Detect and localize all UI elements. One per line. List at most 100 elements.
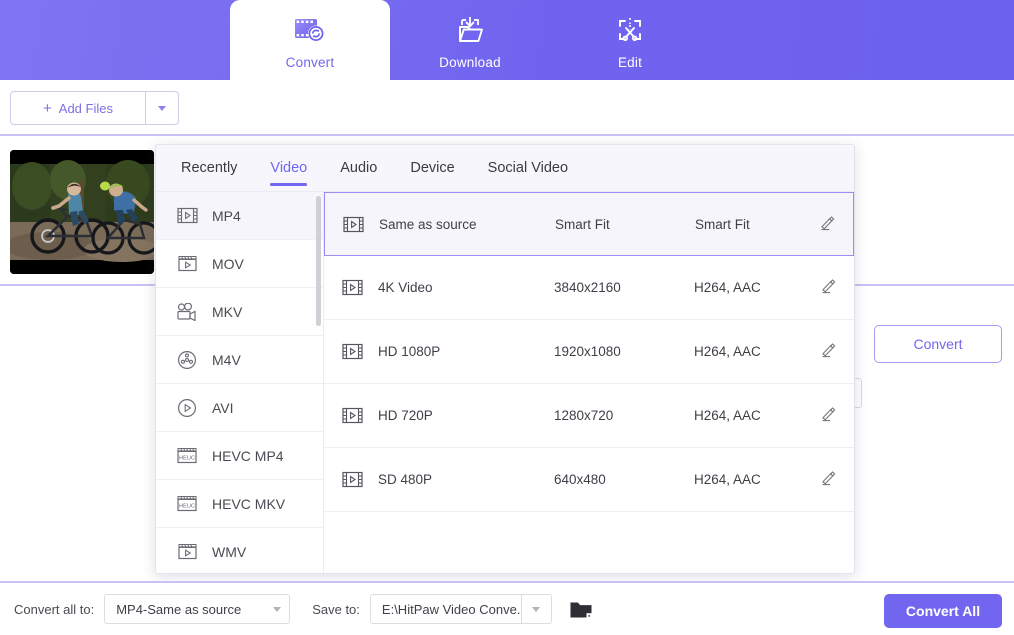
film-strip-play-icon (176, 205, 198, 227)
pencil-icon[interactable] (816, 407, 840, 424)
film-strip-play-icon (340, 279, 364, 296)
format-list-scrollbar[interactable] (316, 196, 321, 326)
format-item-mp4[interactable]: MP4 (156, 192, 323, 240)
browse-folder-button[interactable] (566, 594, 596, 624)
save-to-dropdown-button[interactable] (520, 595, 551, 623)
video-thumbnail[interactable] (10, 150, 154, 274)
tab-convert-label: Convert (285, 55, 335, 70)
scissors-screen-icon (612, 10, 648, 50)
format-item-label: MKV (212, 303, 243, 320)
preset-name: Same as source (379, 216, 477, 232)
tab-edit-label: Edit (617, 55, 643, 70)
category-tab-device[interactable]: Device (410, 145, 454, 192)
panel-body: MP4 MOV MKV M4V AVI HEUC HEVC MP4 HEUC H… (156, 192, 854, 573)
bottom-bar: Convert all to: MP4-Same as source Save … (0, 581, 1014, 635)
preset-resolution: 1920x1080 (554, 344, 621, 359)
preset-name: SD 480P (378, 472, 433, 487)
film-strip-play-icon (340, 343, 364, 360)
circle-play-icon (176, 397, 198, 419)
save-to-select: E:\HitPaw Video Conve... (369, 594, 552, 624)
convert-all-to-select[interactable]: MP4-Same as source (104, 594, 291, 624)
pencil-icon[interactable] (816, 279, 840, 296)
preset-row-same-as-source[interactable]: Same as source Smart Fit Smart Fit (324, 192, 854, 256)
add-files-dropdown-button[interactable] (145, 92, 178, 124)
preset-codec: H264, AAC (694, 472, 761, 487)
app-window: Convert Download Edit + Add Files Conver… (0, 0, 1014, 635)
tab-download[interactable]: Download (390, 0, 550, 80)
folder-icon (570, 602, 592, 617)
preset-codec: H264, AAC (694, 344, 761, 359)
format-list-scroll: MP4 MOV MKV M4V AVI HEUC HEVC MP4 HEUC H… (156, 192, 323, 573)
convert-button[interactable]: Convert (874, 325, 1002, 363)
svg-text:HEUC: HEUC (179, 456, 195, 462)
category-tab-audio[interactable]: Audio (340, 145, 377, 192)
chevron-down-icon (532, 606, 541, 612)
convert-all-to-label: Convert all to: (14, 601, 95, 617)
svg-text:HEUC: HEUC (179, 504, 195, 510)
tab-convert[interactable]: Convert (230, 0, 390, 80)
format-item-avi[interactable]: AVI (156, 384, 323, 432)
hevc-clapper-icon: HEUC (176, 445, 198, 467)
format-item-label: AVI (212, 399, 234, 416)
preset-list: Same as source Smart Fit Smart Fit 4K Vi… (324, 192, 854, 573)
preset-codec: H264, AAC (694, 280, 761, 295)
toolbar: + Add Files Converting Converted (0, 80, 1014, 205)
add-files-button[interactable]: + Add Files (11, 92, 145, 124)
category-tab-recently[interactable]: Recently (181, 145, 237, 192)
chevron-down-icon (273, 606, 282, 612)
format-item-label: HEVC MKV (212, 495, 286, 512)
preset-row-hd-1080p[interactable]: HD 1080P 1920x1080 H264, AAC (324, 320, 854, 384)
preset-name: 4K Video (378, 280, 433, 295)
pencil-icon[interactable] (816, 471, 840, 488)
format-list: MP4 MOV MKV M4V AVI HEUC HEVC MP4 HEUC H… (156, 192, 324, 573)
convert-all-to-value: MP4-Same as source (116, 601, 242, 617)
video-camera-icon (176, 301, 198, 323)
film-strip-play-icon (341, 216, 365, 233)
category-tab-video[interactable]: Video (270, 145, 307, 192)
format-item-wmv[interactable]: WMV (156, 528, 323, 573)
tab-download-label: Download (439, 55, 501, 70)
film-strip-play-icon (340, 407, 364, 424)
preset-resolution: 3840x2160 (554, 280, 621, 295)
preset-row-hd-720p[interactable]: HD 720P 1280x720 H264, AAC (324, 384, 854, 448)
preset-name: HD 1080P (378, 344, 441, 359)
format-item-label: MOV (212, 255, 244, 272)
download-folder-icon (452, 10, 488, 50)
format-picker-panel: Recently Video Audio Device Social Video (155, 144, 855, 574)
hevc-clapper-icon: HEUC (176, 493, 198, 515)
save-to-value[interactable]: E:\HitPaw Video Conve... (371, 595, 521, 623)
convert-all-button[interactable]: Convert All (884, 594, 1002, 628)
preset-resolution: 640x480 (554, 472, 606, 487)
preset-codec: Smart Fit (695, 216, 750, 232)
add-files-group: + Add Files (10, 91, 179, 125)
format-item-hevc-mkv[interactable]: HEUC HEVC MKV (156, 480, 323, 528)
add-files-label: Add Files (58, 100, 113, 116)
format-item-m4v[interactable]: M4V (156, 336, 323, 384)
clapper-play-icon (176, 253, 198, 275)
format-item-hevc-mp4[interactable]: HEUC HEVC MP4 (156, 432, 323, 480)
plus-icon: + (43, 99, 52, 117)
format-item-mov[interactable]: MOV (156, 240, 323, 288)
preset-codec: H264, AAC (694, 408, 761, 423)
top-navigation-bar: Convert Download Edit (0, 0, 1014, 80)
preset-name: HD 720P (378, 408, 433, 423)
preset-row-sd-480p[interactable]: SD 480P 640x480 H264, AAC (324, 448, 854, 512)
preset-resolution: 1280x720 (554, 408, 614, 423)
format-item-label: WMV (212, 543, 247, 560)
format-category-tabs: Recently Video Audio Device Social Video (156, 145, 854, 192)
chevron-down-icon (158, 105, 166, 111)
main-tabs: Convert Download Edit (230, 0, 710, 80)
film-strip-play-icon (340, 471, 364, 488)
format-item-label: MP4 (212, 207, 241, 224)
pencil-icon[interactable] (816, 343, 840, 360)
tab-edit[interactable]: Edit (550, 0, 710, 80)
film-refresh-icon (292, 10, 328, 50)
clapper-play-icon (176, 541, 198, 563)
format-item-mkv[interactable]: MKV (156, 288, 323, 336)
format-item-label: HEVC MP4 (212, 447, 284, 464)
save-to-label: Save to: (312, 601, 360, 617)
category-tab-social-video[interactable]: Social Video (488, 145, 568, 192)
format-item-label: M4V (212, 351, 241, 368)
preset-row-4k-video[interactable]: 4K Video 3840x2160 H264, AAC (324, 256, 854, 320)
pencil-icon[interactable] (815, 215, 839, 233)
